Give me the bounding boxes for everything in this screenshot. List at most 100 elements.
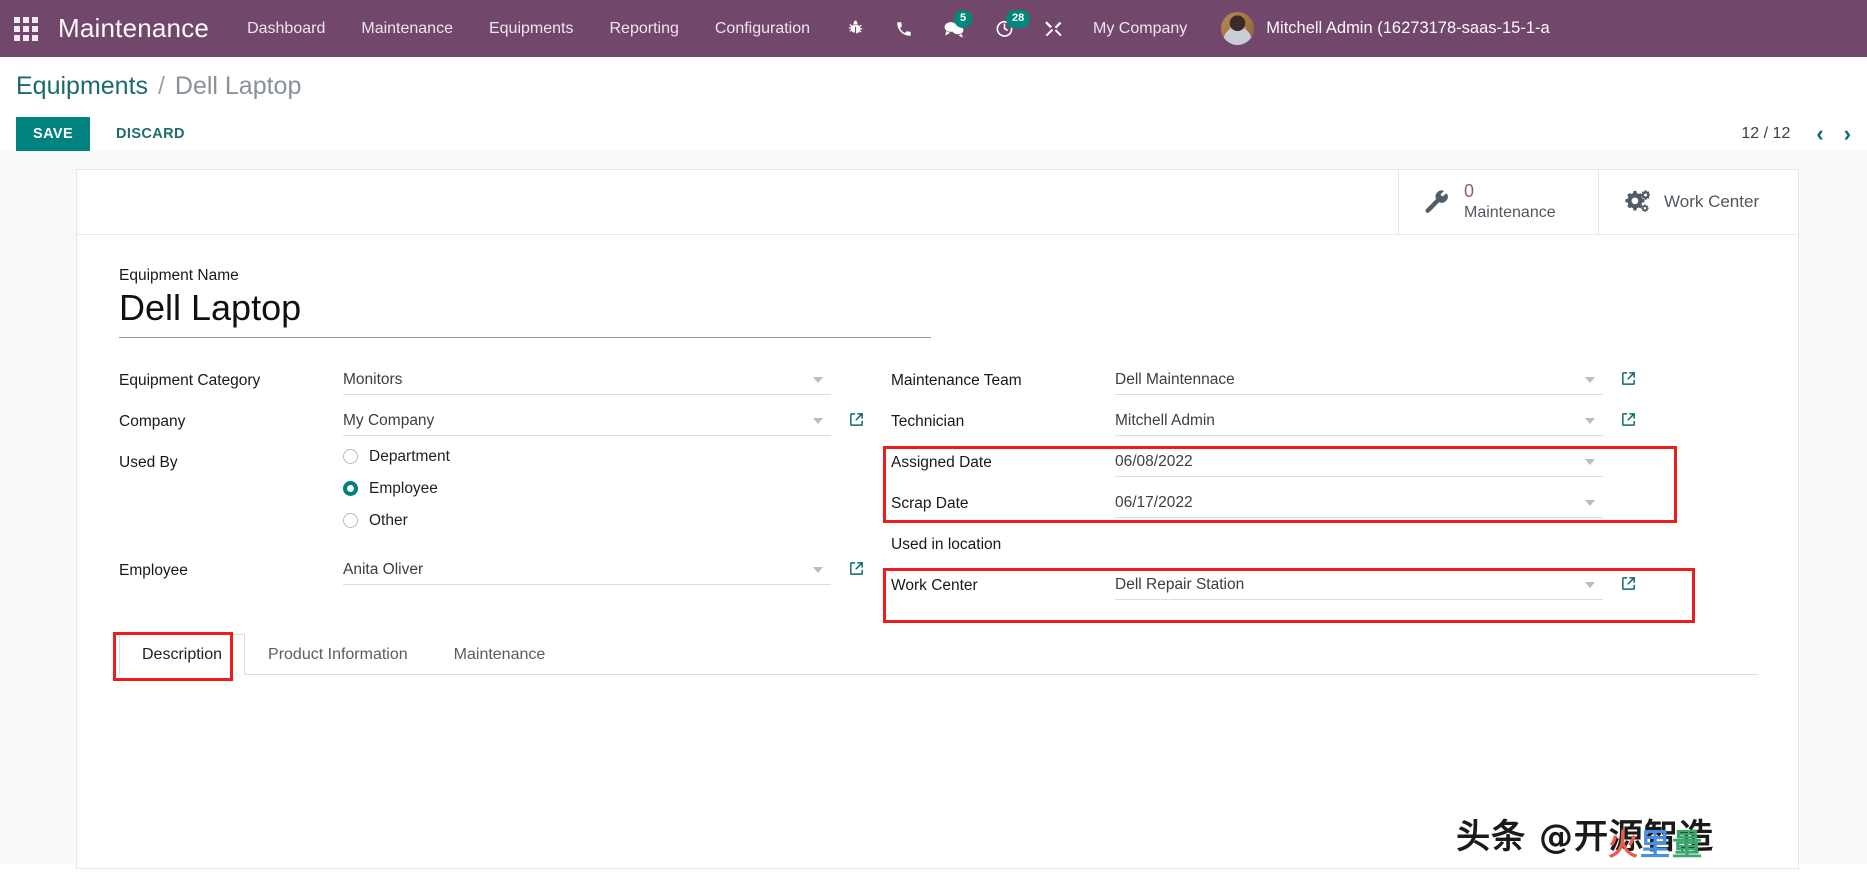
maintenance-team-external-link-icon[interactable]	[1620, 370, 1637, 387]
tab-panel-description[interactable]	[119, 675, 1758, 795]
nav-menu-dashboard[interactable]: Dashboard	[247, 20, 325, 38]
field-row-scrap-date: Scrap Date	[891, 488, 1603, 524]
control-panel: Equipments / Dell Laptop SAVE DISCARD 12…	[0, 57, 1867, 151]
messages-badge: 5	[954, 9, 973, 28]
record-action-buttons: SAVE DISCARD	[16, 116, 1849, 151]
company-switcher[interactable]: My Company	[1093, 20, 1187, 38]
used-by-employee-label[interactable]: Employee	[369, 480, 438, 498]
radio-employee-icon[interactable]	[343, 481, 358, 496]
field-row-employee: Employee	[119, 555, 863, 591]
nav-menu-reporting[interactable]: Reporting	[609, 20, 678, 38]
used-in-location-value	[1115, 529, 1603, 558]
scrap-date-input[interactable]	[1115, 488, 1603, 518]
pager-next-button[interactable]: ›	[1834, 123, 1861, 145]
smart-button-work-center[interactable]: Work Center	[1598, 169, 1798, 234]
watermark-logo: 火里量	[1608, 820, 1704, 864]
watermark-logo-char-3: 量	[1672, 827, 1704, 863]
radio-department-icon[interactable]	[343, 449, 358, 464]
nav-menu-configuration[interactable]: Configuration	[715, 20, 810, 38]
company-value	[343, 406, 863, 436]
used-in-location-input[interactable]	[1115, 529, 1603, 558]
equipment-name-block: Equipment Name	[119, 267, 1758, 338]
used-in-location-label: Used in location	[891, 535, 1002, 553]
company-input[interactable]	[343, 406, 831, 436]
tools-icon[interactable]	[1044, 19, 1063, 38]
assigned-date-label: Assigned Date	[891, 453, 992, 471]
company-external-link-icon[interactable]	[848, 411, 865, 428]
nav-menu-equipments[interactable]: Equipments	[489, 20, 574, 38]
app-brand-title[interactable]: Maintenance	[58, 13, 209, 44]
assigned-date-input[interactable]	[1115, 447, 1603, 477]
breadcrumb: Equipments / Dell Laptop	[16, 72, 1849, 101]
equipment-category-label: Equipment Category	[119, 371, 261, 389]
bug-icon[interactable]	[846, 19, 865, 38]
used-by-department-label[interactable]: Department	[369, 448, 450, 466]
activities-badge: 28	[1006, 10, 1031, 28]
smart-button-maintenance-count: 0	[1464, 181, 1475, 202]
activities-clock-icon[interactable]: 28	[995, 10, 1031, 38]
form-column-right: Maintenance Team Dell Maintennace Techni…	[883, 365, 1695, 623]
work-center-label: Work Center	[891, 576, 978, 594]
company-label: Company	[119, 412, 186, 430]
employee-label: Employee	[119, 561, 188, 579]
tab-maintenance[interactable]: Maintenance	[431, 634, 569, 675]
apps-grid-icon[interactable]	[14, 16, 38, 41]
technician-input[interactable]	[1115, 406, 1603, 436]
used-by-radio-group: Department Employee Other	[343, 448, 831, 544]
tab-product-information[interactable]: Product Information	[245, 634, 431, 675]
equipment-name-label: Equipment Name	[119, 266, 239, 284]
radio-other-icon[interactable]	[343, 513, 358, 528]
smart-button-bar: 0 Maintenance Work Center	[77, 169, 1798, 235]
field-row-used-by: Used By Department Employee Other	[119, 448, 831, 544]
breadcrumb-separator: /	[157, 72, 165, 100]
used-by-option-employee[interactable]: Employee	[343, 480, 831, 498]
record-pager: 12 / 12 ‹ ›	[1741, 123, 1861, 145]
avatar	[1221, 12, 1255, 45]
gears-icon	[1623, 188, 1650, 215]
equipment-category-input[interactable]	[343, 365, 831, 395]
save-button[interactable]: SAVE	[16, 116, 91, 151]
maintenance-team-input[interactable]	[1115, 365, 1603, 395]
field-row-equipment-category: Equipment Category	[119, 365, 831, 401]
field-row-work-center: Work Center	[891, 570, 1635, 606]
used-by-option-other[interactable]: Other	[343, 512, 831, 530]
employee-value	[343, 555, 863, 585]
employee-external-link-icon[interactable]	[848, 560, 865, 577]
user-menu[interactable]: Mitchell Admin (16273178-saas-15-1-a	[1221, 12, 1550, 45]
assigned-date-value	[1115, 447, 1603, 477]
smart-button-work-center-label: Work Center	[1664, 191, 1760, 211]
user-name-label: Mitchell Admin (16273178-saas-15-1-a	[1266, 19, 1550, 37]
watermark-logo-char-1: 火	[1608, 827, 1640, 863]
used-by-other-label[interactable]: Other	[369, 512, 408, 530]
breadcrumb-current-record: Dell Laptop	[174, 72, 302, 100]
used-by-option-department[interactable]: Department	[343, 448, 831, 466]
work-center-value	[1115, 570, 1635, 600]
technician-value	[1115, 406, 1635, 436]
work-center-external-link-icon[interactable]	[1620, 575, 1637, 592]
form-background: 0 Maintenance Work Center Equipment Name	[0, 150, 1867, 869]
pager-counter: 12 / 12	[1741, 125, 1791, 142]
watermark: 头条 @开源智造 火里量	[1456, 809, 1714, 863]
technician-external-link-icon[interactable]	[1620, 411, 1637, 428]
phone-icon[interactable]	[895, 20, 913, 38]
nav-menu-maintenance[interactable]: Maintenance	[361, 20, 453, 38]
wrench-icon	[1423, 188, 1450, 215]
form-columns: Equipment Category Company	[119, 365, 1758, 623]
tab-description[interactable]: Description	[119, 633, 246, 675]
scrap-date-label: Scrap Date	[891, 494, 969, 512]
pager-previous-button[interactable]: ‹	[1806, 123, 1833, 145]
breadcrumb-equipments[interactable]: Equipments	[16, 72, 148, 100]
technician-label: Technician	[891, 412, 965, 430]
discard-button[interactable]: DISCARD	[100, 117, 201, 151]
work-center-input[interactable]	[1115, 570, 1603, 600]
watermark-text: 头条 @开源智造	[1456, 816, 1714, 857]
maintenance-team-value	[1115, 365, 1635, 395]
messages-icon[interactable]: 5	[943, 9, 973, 39]
equipment-name-input[interactable]	[119, 286, 931, 338]
top-navbar: Maintenance Dashboard Maintenance Equipm…	[0, 0, 1867, 57]
employee-input[interactable]	[343, 555, 831, 585]
smart-button-maintenance-text: 0 Maintenance	[1464, 181, 1556, 222]
used-by-label: Used By	[119, 453, 178, 471]
smart-button-maintenance[interactable]: 0 Maintenance	[1398, 169, 1598, 234]
watermark-logo-char-2: 里	[1640, 827, 1672, 863]
